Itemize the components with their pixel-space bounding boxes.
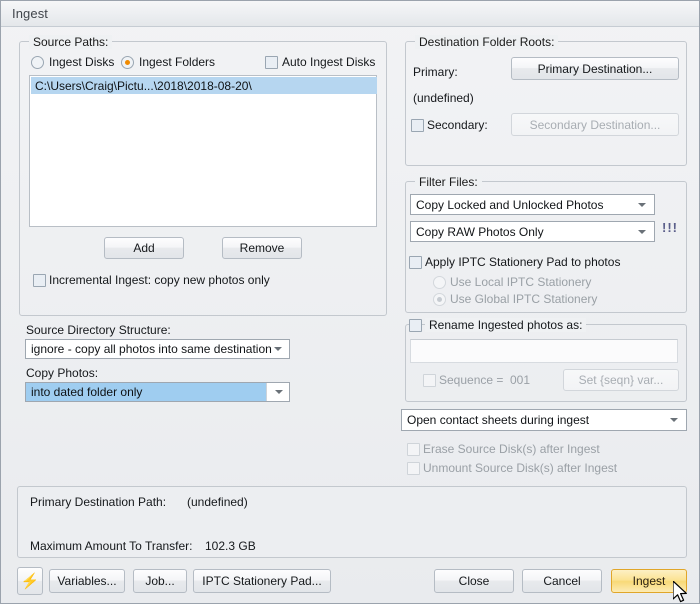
- checkbox-rename-ingested[interactable]: [409, 319, 422, 332]
- checkbox-erase-source-disks-label: Erase Source Disk(s) after Ingest: [423, 442, 600, 456]
- secondary-destination-button: Secondary Destination...: [511, 113, 679, 136]
- copy-photos-value: into dated folder only: [26, 383, 266, 401]
- source-directory-structure-select[interactable]: ignore - copy all photos into same desti…: [25, 339, 290, 359]
- primary-destination-label: Primary:: [413, 65, 458, 79]
- primary-destination-path-label: Primary Destination Path:: [30, 495, 167, 509]
- close-button[interactable]: Close: [434, 569, 514, 593]
- checkbox-apply-iptc-pad[interactable]: [409, 256, 422, 269]
- cancel-button[interactable]: Cancel: [522, 569, 602, 593]
- max-transfer-label: Maximum Amount To Transfer:: [30, 539, 193, 553]
- copy-photos-label: Copy Photos:: [26, 366, 99, 380]
- source-directory-structure-value: ignore - copy all photos into same desti…: [31, 342, 272, 356]
- checkbox-auto-ingest-disks-label: Auto Ingest Disks: [282, 55, 376, 69]
- radio-use-global-iptc: [433, 293, 446, 306]
- iptc-stationery-pad-button[interactable]: IPTC Stationery Pad...: [193, 569, 331, 593]
- checkbox-apply-iptc-pad-label: Apply IPTC Stationery Pad to photos: [425, 255, 621, 269]
- radio-ingest-folders[interactable]: [121, 56, 134, 69]
- radio-ingest-folders-label: Ingest Folders: [139, 55, 216, 69]
- radio-ingest-disks[interactable]: [31, 56, 44, 69]
- lightning-bolt-button[interactable]: ⚡: [17, 567, 43, 595]
- checkbox-secondary-destination[interactable]: [411, 119, 424, 132]
- window-title: Ingest: [12, 6, 49, 21]
- checkbox-unmount-source-disks-label: Unmount Source Disk(s) after Ingest: [423, 461, 618, 475]
- primary-destination-path-value: (undefined): [187, 495, 248, 509]
- checkbox-erase-source-disks: [407, 443, 420, 456]
- filter-files-legend: Filter Files:: [415, 175, 482, 189]
- window-titlebar: Ingest: [1, 1, 699, 27]
- chevron-down-icon: [638, 202, 646, 207]
- primary-destination-button[interactable]: Primary Destination...: [511, 57, 679, 80]
- radio-use-local-iptc-label: Use Local IPTC Stationery: [450, 275, 592, 289]
- checkbox-sequence: [423, 374, 436, 387]
- variables-button[interactable]: Variables...: [49, 569, 125, 593]
- checkbox-auto-ingest-disks[interactable]: [265, 56, 278, 69]
- set-seqn-var-button: Set {seqn} var...: [563, 369, 679, 391]
- contact-sheets-select[interactable]: Open contact sheets during ingest: [401, 409, 687, 431]
- add-button[interactable]: Add: [104, 237, 184, 259]
- checkbox-unmount-source-disks: [407, 462, 420, 475]
- lightning-bolt-icon: ⚡: [20, 572, 40, 590]
- remove-button[interactable]: Remove: [222, 237, 302, 259]
- destination-folder-roots-legend: Destination Folder Roots:: [415, 35, 559, 49]
- contact-sheets-value: Open contact sheets during ingest: [407, 413, 590, 427]
- secondary-destination-label: Secondary:: [427, 118, 488, 132]
- job-button[interactable]: Job...: [133, 569, 187, 593]
- chevron-down-icon: [670, 418, 678, 422]
- mouse-cursor: [673, 581, 687, 603]
- checkbox-incremental-ingest-label: Incremental Ingest: copy new photos only: [49, 273, 270, 287]
- chevron-down-icon: [638, 229, 646, 234]
- ingest-dialog: Ingest Source Paths: Ingest Disks Ingest…: [0, 0, 700, 604]
- sequence-label: Sequence =: [439, 373, 504, 387]
- filter-warning-marker: !!!: [662, 220, 678, 235]
- source-paths-legend: Source Paths:: [29, 35, 113, 49]
- filter-type-select[interactable]: Copy RAW Photos Only: [410, 221, 655, 242]
- chevron-down-icon: [274, 347, 282, 351]
- sequence-value: 001: [510, 373, 531, 387]
- copy-photos-select[interactable]: into dated folder only: [25, 382, 290, 402]
- list-item[interactable]: C:\Users\Craig\Pictu...\2018\2018-08-20\: [31, 77, 377, 94]
- rename-pattern-input[interactable]: [410, 339, 678, 363]
- filter-type-value: Copy RAW Photos Only: [416, 224, 544, 239]
- checkbox-incremental-ingest[interactable]: [33, 274, 46, 287]
- radio-use-global-iptc-label: Use Global IPTC Stationery: [450, 292, 598, 306]
- source-directory-structure-label: Source Directory Structure:: [26, 323, 171, 337]
- radio-use-local-iptc: [433, 276, 446, 289]
- source-paths-listbox[interactable]: C:\Users\Craig\Pictu...\2018\2018-08-20\: [29, 75, 377, 227]
- chevron-down-icon: [275, 390, 283, 394]
- filter-lock-select[interactable]: Copy Locked and Unlocked Photos: [410, 194, 655, 215]
- radio-ingest-disks-label: Ingest Disks: [49, 55, 115, 69]
- copy-photos-dropdown-button[interactable]: [266, 383, 289, 401]
- max-transfer-value: 102.3 GB: [205, 539, 256, 553]
- rename-group-legend: Rename Ingested photos as:: [425, 318, 587, 332]
- primary-destination-value: (undefined): [413, 91, 474, 105]
- filter-lock-value: Copy Locked and Unlocked Photos: [416, 197, 604, 212]
